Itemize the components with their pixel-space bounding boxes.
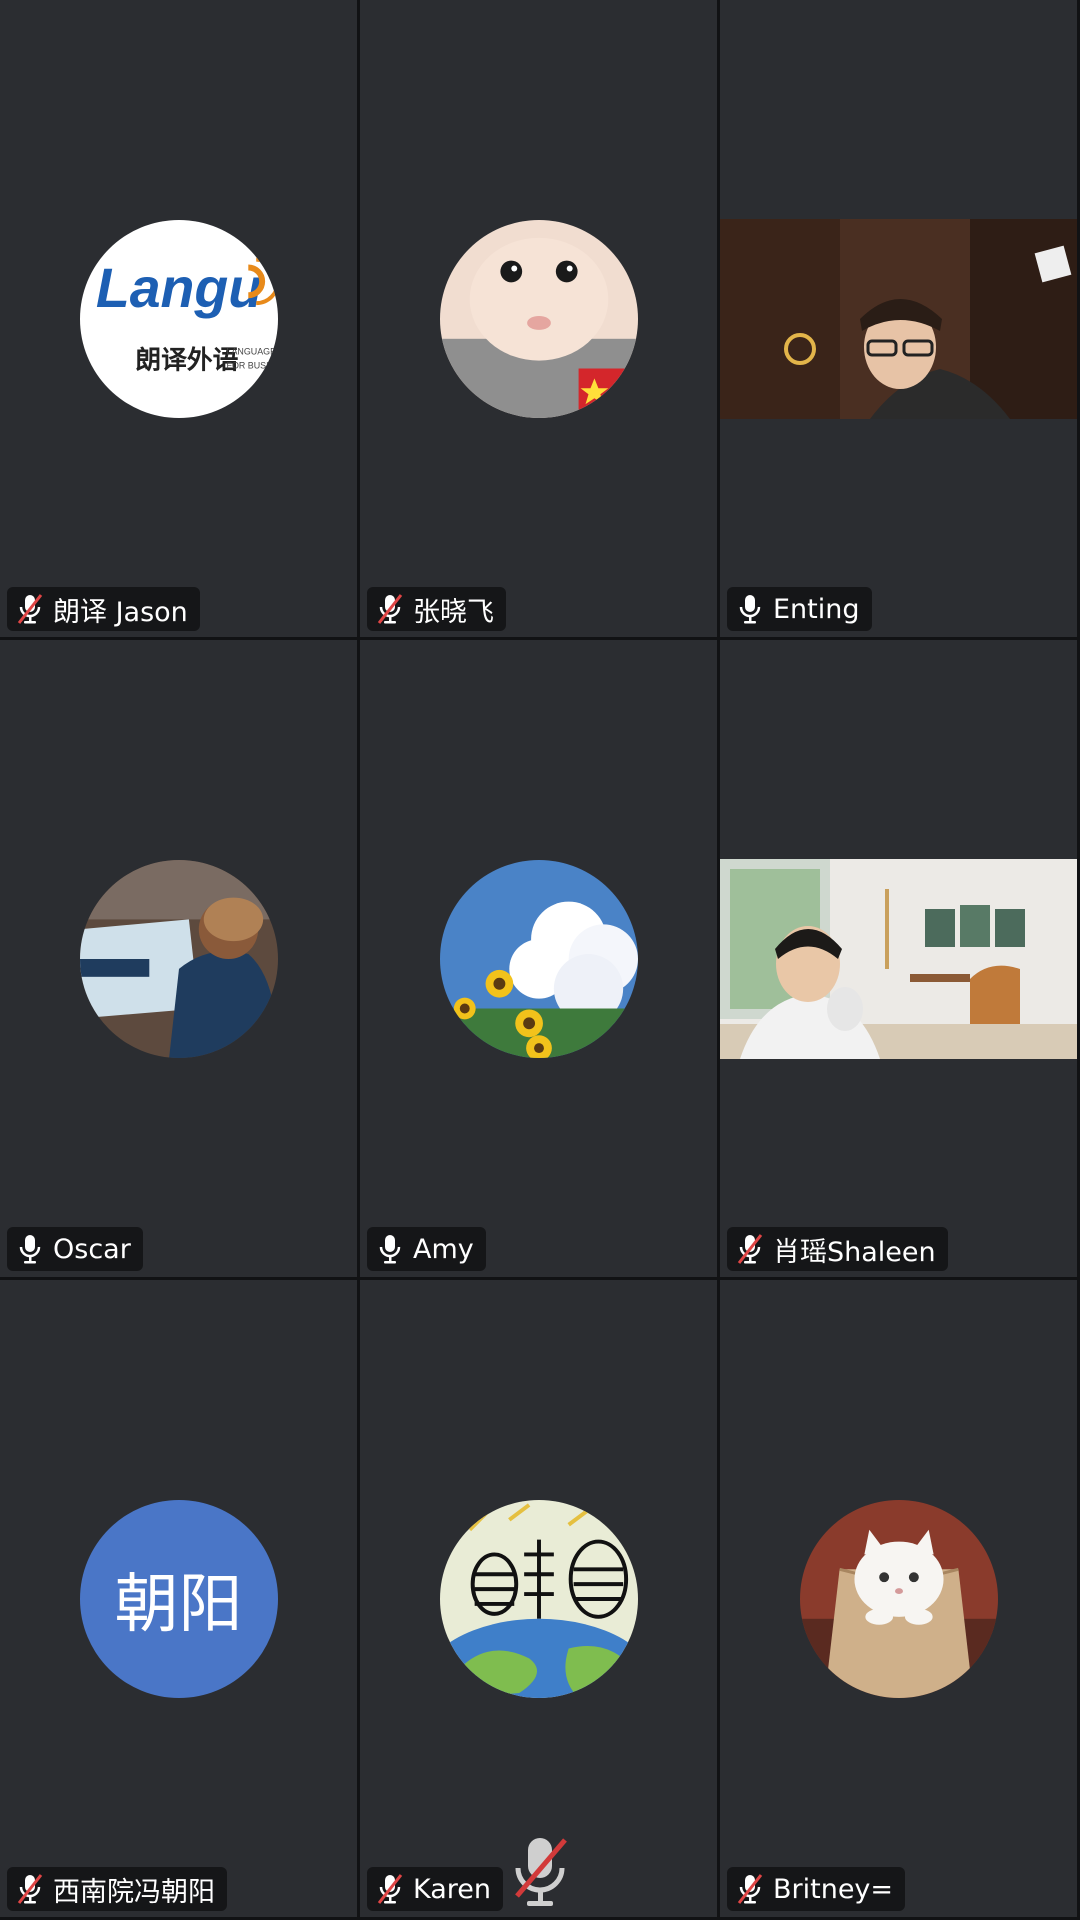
svg-text:FOR BUSINESS: FOR BUSINESS: [226, 360, 277, 370]
svg-text:LANGUAGE: LANGUAGE: [226, 346, 276, 356]
participant-tile-fengchaoyang[interactable]: 朝阳 西南院冯朝阳: [0, 1280, 357, 1917]
child-with-map-avatar: [79, 859, 278, 1058]
participant-name: Oscar: [53, 1233, 131, 1265]
participant-name-badge: Karen: [367, 1867, 504, 1911]
mic-muted-icon: [15, 1872, 45, 1906]
participant-tile-enting[interactable]: Enting: [720, 0, 1077, 637]
live-video-feed: [720, 218, 1077, 419]
participant-name-badge: 肖瑶Shaleen: [727, 1227, 948, 1271]
mic-muted-icon[interactable]: [509, 1834, 571, 1912]
participant-name: 西南院冯朝阳: [53, 1876, 215, 1908]
mic-muted-icon: [735, 1872, 765, 1906]
svg-text:朗译外语: 朗译外语: [135, 345, 238, 375]
initials-avatar: 朝阳: [79, 1499, 278, 1698]
participant-tile-zhangxiaofei[interactable]: 张晓飞: [360, 0, 717, 637]
white-cat-avatar: [799, 1499, 998, 1698]
participant-name-badge: Oscar: [7, 1227, 143, 1271]
participant-name-badge: 张晓飞: [367, 587, 506, 631]
participant-name: Enting: [773, 593, 860, 625]
mic-icon: [15, 1232, 45, 1266]
participant-name: 朗译 Jason: [53, 596, 188, 628]
participant-name-badge: 朗译 Jason: [7, 587, 200, 631]
languo-logo-avatar: Langu 朗译外语 LANGUAGE FOR BUSINESS: [79, 219, 278, 418]
participant-name-badge: Enting: [727, 587, 872, 631]
live-video-feed: [720, 858, 1077, 1059]
participant-name: 肖瑶Shaleen: [773, 1236, 936, 1268]
participant-tile-karen[interactable]: Karen: [360, 1280, 717, 1917]
mic-icon: [735, 592, 765, 626]
participant-tile-shaleen[interactable]: 肖瑶Shaleen: [720, 640, 1077, 1277]
sunflowers-clouds-avatar: [439, 859, 638, 1058]
participant-name: Amy: [413, 1233, 474, 1265]
svg-text:Langu: Langu: [95, 257, 261, 319]
participant-name-badge: 西南院冯朝阳: [7, 1867, 227, 1911]
participant-name: Karen: [413, 1873, 492, 1905]
drawing-globe-avatar: [439, 1499, 638, 1698]
participant-name-badge: Britney=: [727, 1867, 906, 1911]
participant-tile-britney[interactable]: Britney=: [720, 1280, 1077, 1917]
mic-muted-icon: [735, 1232, 765, 1266]
participant-grid: Langu 朗译外语 LANGUAGE FOR BUSINESS 朗译 Jaso…: [0, 0, 1080, 1920]
participant-name: 张晓飞: [413, 596, 494, 628]
mic-muted-icon: [375, 1872, 405, 1906]
participant-tile-amy[interactable]: Amy: [360, 640, 717, 1277]
participant-tile-jason[interactable]: Langu 朗译外语 LANGUAGE FOR BUSINESS 朗译 Jaso…: [0, 0, 357, 637]
mic-muted-icon: [15, 592, 45, 626]
participant-name: Britney=: [773, 1873, 894, 1905]
mic-muted-icon: [375, 592, 405, 626]
baby-photo-avatar: [439, 219, 638, 418]
participant-name-badge: Amy: [367, 1227, 486, 1271]
participant-tile-oscar[interactable]: Oscar: [0, 640, 357, 1277]
mic-icon: [375, 1232, 405, 1266]
